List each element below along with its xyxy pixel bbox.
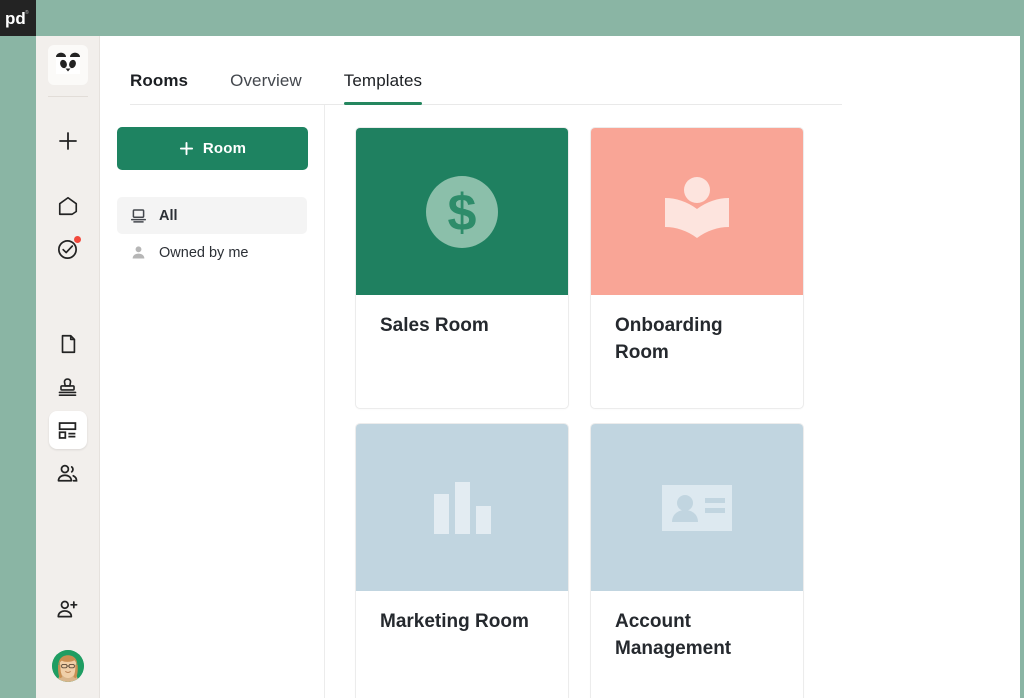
template-card-onboarding-room[interactable]: Onboarding Room [590,127,804,409]
room-icon [129,207,147,225]
new-room-button[interactable]: Room [117,127,308,170]
card-title: Account Management [591,591,803,698]
new-room-button-label: Room [203,140,246,157]
card-title: Onboarding Room [591,295,803,408]
template-card-marketing-room[interactable]: Marketing Room [355,423,569,698]
template-card-grid: $ Sales Room Onboarding Room [325,105,1020,698]
main-panel: Rooms Overview Templates Room [100,36,1020,698]
tab-overview[interactable]: Overview [230,71,302,105]
plus-icon [57,130,79,152]
app-window: pd ® [0,0,1024,698]
filter-item-all[interactable]: All [117,197,307,234]
stamp-icon [56,376,79,399]
filter-list: All Owned by me [117,197,307,271]
card-title: Marketing Room [356,591,568,698]
filter-panel: Room All [100,105,325,698]
sidebar-item-invite-people[interactable] [49,590,87,628]
card-thumbnail: $ [356,128,568,295]
sidebar-item-quick-links[interactable] [49,187,87,225]
template-card-sales-room[interactable]: $ Sales Room [355,127,569,409]
person-icon [129,244,147,262]
sidebar-item-tasks[interactable] [49,230,87,268]
person-book-icon [655,170,739,254]
svg-text:pd: pd [5,9,26,28]
tab-bar: Rooms Overview Templates [100,36,1020,105]
document-icon [57,333,79,355]
id-card-icon [655,466,739,550]
add-person-icon [56,598,79,621]
dollar-circle-icon: $ [420,170,504,254]
filter-item-owned-by-me[interactable]: Owned by me [117,234,307,271]
user-avatar[interactable] [52,650,84,682]
pentagon-tag-icon [57,195,79,217]
svg-text:$: $ [448,184,477,242]
sidebar-item-create-new[interactable] [49,122,87,160]
sidebar-item-signatures[interactable] [49,368,87,406]
sidebar-item-documents[interactable] [49,325,87,363]
sidebar-item-contacts[interactable] [49,454,87,492]
template-card-account-management[interactable]: Account Management [590,423,804,698]
sidebar-item-templates[interactable] [49,411,87,449]
rail-divider [48,96,88,97]
card-title: Sales Room [356,295,568,408]
card-thumbnail [356,424,568,591]
panda-workspace-logo[interactable] [48,45,88,85]
notification-badge [73,235,82,244]
top-brand-bar: pd ® [0,0,1024,36]
plus-icon [179,141,194,156]
page-title: Rooms [130,71,188,105]
card-thumbnail [591,128,803,295]
filter-item-all-label: All [159,208,178,224]
svg-text:®: ® [25,9,29,16]
bar-chart-icon [420,466,504,550]
pandadoc-logo[interactable]: pd ® [0,0,36,36]
filter-item-owned-by-me-label: Owned by me [159,245,248,261]
template-layout-icon [57,420,78,441]
icon-rail [36,36,100,698]
content-body: Room All [100,105,1020,698]
tab-templates[interactable]: Templates [344,71,422,105]
people-icon [56,462,79,485]
card-thumbnail [591,424,803,591]
